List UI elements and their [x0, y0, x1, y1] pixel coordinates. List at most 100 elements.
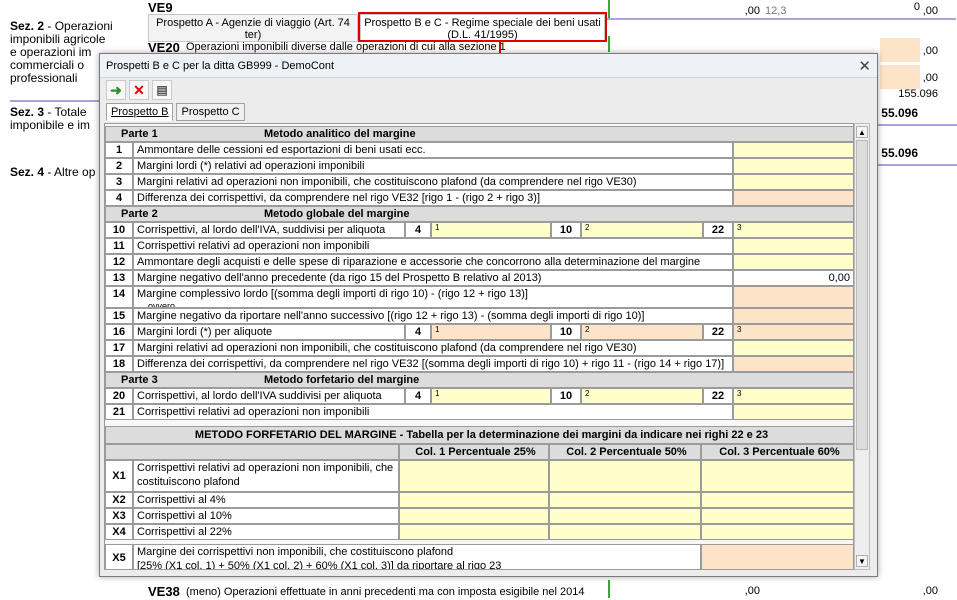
ve9-value-2: 0 [913, 1, 920, 13]
row-label: Margine negativo dell'anno precedente (d… [133, 270, 733, 286]
x4-col3-input[interactable] [701, 524, 853, 540]
superscript: 2 [585, 223, 590, 232]
parte-3-header: Parte 3 Metodo forfetario del margine [105, 372, 853, 388]
x2-col2-input[interactable] [549, 492, 701, 508]
cancel-button[interactable]: ✕ [129, 80, 149, 100]
row-label: Margini lordi (*) per aliquote [133, 324, 405, 340]
row-label: Corrispettivi, al lordo dell'IVA suddivi… [133, 388, 405, 404]
superscript: 1 [435, 325, 440, 334]
printer-icon: ▤ [156, 83, 168, 97]
table-row: X5 Margine dei corrispettivi non imponib… [105, 544, 853, 569]
scroll-up-icon[interactable]: ▲ [856, 126, 868, 138]
prospetti-window: Prospetti B e C per la ditta GB999 - Dem… [99, 53, 878, 577]
x1-col3-input[interactable] [701, 460, 853, 492]
amount-input[interactable] [733, 340, 853, 356]
table-row: 16 Margini lordi (*) per aliquote 4 1 10… [105, 324, 853, 340]
amount-input[interactable] [733, 238, 853, 254]
rate-10-input[interactable]: 2 [581, 222, 703, 238]
tab-prospetto-c[interactable]: Prospetto C [176, 103, 245, 121]
row-number: X4 [105, 524, 133, 540]
rate-label: 10 [551, 388, 581, 404]
table-row: 3 Margini relativi ad operazioni non imp… [105, 174, 853, 190]
row-number: 17 [105, 340, 133, 356]
row-label: Margini relativi ad operazioni non impon… [133, 340, 733, 356]
amount-value[interactable]: 0,00 [733, 270, 853, 286]
row-label: Ammontare degli acquisti e delle spese d… [133, 254, 733, 270]
ve20-text: Operazioni imponibili diverse dalle oper… [186, 41, 506, 53]
ve9-value-3: ,00 [922, 5, 938, 17]
rate-10-input[interactable]: 2 [581, 388, 703, 404]
parte-label: Parte 3 [121, 374, 158, 386]
sez2-t5: professionali [10, 71, 78, 85]
superscript: 3 [737, 325, 742, 334]
row-label: Corrispettivi relativi ad operazioni non… [133, 238, 733, 254]
row-code-ve38: VE38 [148, 584, 180, 599]
row-number: 15 [105, 308, 133, 324]
table-row: X4 Corrispettivi al 22% [105, 524, 853, 540]
forfait-col-headers: Col. 1 Percentuale 25% Col. 2 Percentual… [105, 444, 853, 460]
row-label: Margine complessivo lordo [(somma degli … [133, 286, 733, 308]
separator-line-2 [10, 100, 100, 102]
row-number: 11 [105, 238, 133, 254]
rate-4-input[interactable]: 1 [431, 222, 551, 238]
bg-field[interactable] [880, 65, 920, 89]
amount-input[interactable] [733, 174, 853, 190]
x1-col1-input[interactable] [399, 460, 549, 492]
row-number: X2 [105, 492, 133, 508]
row-number: X3 [105, 508, 133, 524]
sez2-t3: e operazioni im [10, 45, 92, 59]
rate-label: 4 [405, 324, 431, 340]
sez2-title: Sez. 2 [10, 19, 45, 33]
x4-col2-input[interactable] [549, 524, 701, 540]
print-button[interactable]: ▤ [152, 80, 172, 100]
x3-col3-input[interactable] [701, 508, 853, 524]
close-icon[interactable]: ✕ [858, 55, 871, 79]
row-label: Corrispettivi al 22% [133, 524, 399, 540]
col1-header: Col. 1 Percentuale 25% [399, 444, 549, 460]
table-row: 15 Margine negativo da riportare nell'an… [105, 308, 853, 324]
window-titlebar[interactable]: Prospetti B e C per la ditta GB999 - Dem… [100, 54, 877, 78]
x3-col2-input[interactable] [549, 508, 701, 524]
amount-input[interactable] [733, 158, 853, 174]
sez4-title: Sez. 4 [10, 165, 45, 179]
confirm-button[interactable]: ➜ [106, 80, 126, 100]
scroll-down-icon[interactable]: ▼ [856, 555, 868, 567]
table-row: 12 Ammontare degli acquisti e delle spes… [105, 254, 853, 270]
superscript: 1 [435, 389, 440, 398]
row-label: Margine dei corrispettivi non imponibili… [133, 544, 701, 569]
row-label: Ammontare delle cessioni ed esportazioni… [133, 142, 733, 158]
amount-input[interactable] [733, 142, 853, 158]
row-number: 10 [105, 222, 133, 238]
x2-col3-input[interactable] [701, 492, 853, 508]
scroll-thumb[interactable] [856, 140, 868, 450]
sez3-t1: - Totale [44, 105, 87, 119]
separator-line-3 [878, 124, 957, 126]
sez2-t2: imponibili agricole [10, 32, 106, 46]
amount-input[interactable] [733, 254, 853, 270]
table-row: 17 Margini relativi ad operazioni non im… [105, 340, 853, 356]
rate-22-input[interactable]: 3 [733, 388, 853, 404]
superscript: 3 [737, 389, 742, 398]
row-label-line: Margine dei corrispettivi non imponibili… [137, 546, 454, 558]
row-label-line: Corrispettivi relativi ad operazioni non… [137, 462, 394, 474]
table-row: 11 Corrispettivi relativi ad operazioni … [105, 238, 853, 254]
vertical-scrollbar[interactable]: ▲ ▼ [854, 123, 870, 570]
table-row: 1 Ammontare delle cessioni ed esportazio… [105, 142, 853, 158]
tab-prospetto-b[interactable]: Prospetto B [106, 103, 174, 121]
rate-4-input[interactable]: 1 [431, 388, 551, 404]
row-number: 2 [105, 158, 133, 174]
x4-col1-input[interactable] [399, 524, 549, 540]
row-number: 18 [105, 356, 133, 372]
ve38-value-2: ,00 [922, 585, 938, 597]
rate-label: 4 [405, 388, 431, 404]
tab-prospetto-a-label: Prospetto A - Agenzie di viaggio (Art. 7… [156, 17, 350, 41]
rate-22-input[interactable]: 3 [733, 222, 853, 238]
x2-col1-input[interactable] [399, 492, 549, 508]
x3-col1-input[interactable] [399, 508, 549, 524]
bg-field[interactable] [880, 38, 920, 62]
x1-col2-input[interactable] [549, 460, 701, 492]
tab-prospetto-a[interactable]: Prospetto A - Agenzie di viaggio (Art. 7… [148, 14, 358, 42]
row-number: 21 [105, 404, 133, 420]
amount-input[interactable] [733, 404, 853, 420]
ve38-text: (meno) Operazioni effettuate in anni pre… [186, 586, 585, 598]
